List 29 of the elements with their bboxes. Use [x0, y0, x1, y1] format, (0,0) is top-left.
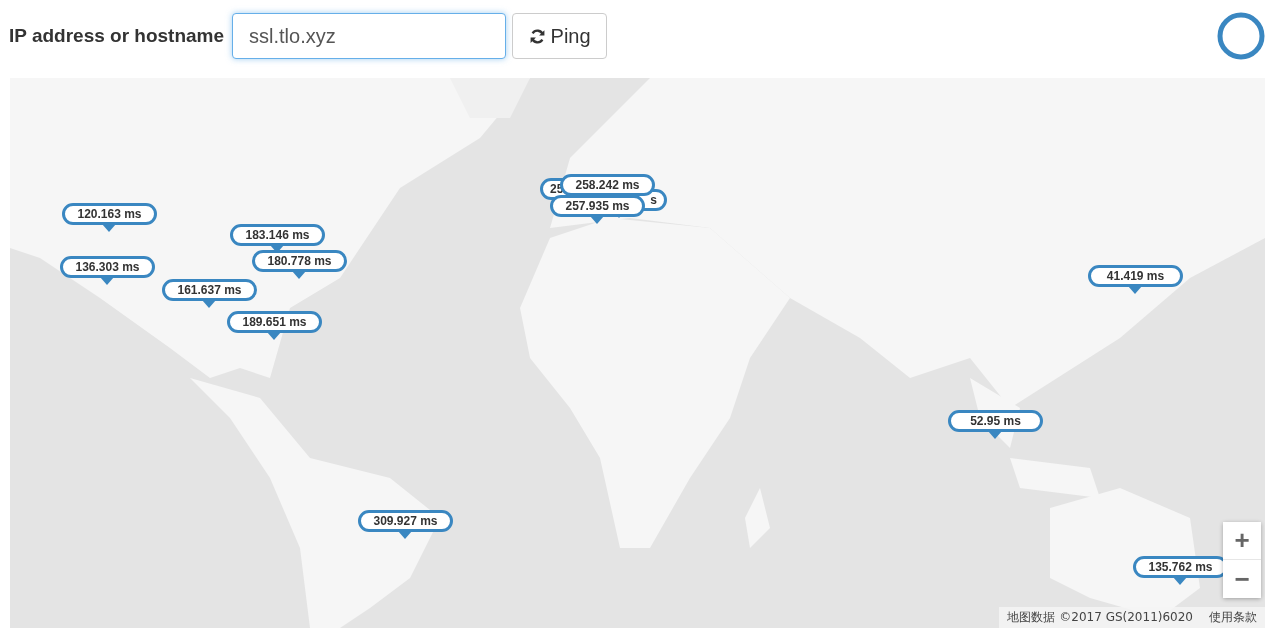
marker-pointer-icon: [590, 216, 604, 224]
host-label: IP address or hostname: [9, 25, 225, 47]
latency-marker: 189.651 ms: [227, 311, 322, 333]
marker-pointer-icon: [292, 271, 306, 279]
latency-marker: 309.927 ms: [358, 510, 453, 532]
latency-marker: 161.637 ms: [162, 279, 257, 301]
host-input[interactable]: ssl.tlo.xyz: [232, 13, 507, 59]
refresh-icon: [528, 27, 546, 45]
ping-button[interactable]: Ping: [512, 13, 608, 59]
terms-link[interactable]: 使用条款: [1209, 609, 1257, 626]
latency-marker: 183.146 ms: [230, 224, 325, 246]
latency-marker: 180.778 ms: [252, 250, 347, 272]
marker-pointer-icon: [1128, 286, 1142, 294]
latency-marker: 41.419 ms: [1088, 265, 1183, 287]
latency-marker: 120.163 ms: [62, 203, 157, 225]
marker-pointer-icon: [988, 431, 1002, 439]
loading-ring-icon: [1216, 11, 1266, 61]
latency-marker: 52.95 ms: [948, 410, 1043, 432]
map-attribution: 地图数据 ©2017 GS(2011)6020: [1007, 609, 1193, 626]
zoom-out-button[interactable]: −: [1223, 560, 1261, 598]
marker-pointer-icon: [398, 531, 412, 539]
marker-pointer-icon: [267, 332, 281, 340]
marker-pointer-icon: [102, 224, 116, 232]
marker-pointer-icon: [1173, 577, 1187, 585]
zoom-in-button[interactable]: +: [1223, 522, 1261, 560]
latency-marker: 257.935 ms: [550, 195, 645, 217]
marker-pointer-icon: [100, 277, 114, 285]
marker-pointer-icon: [202, 300, 216, 308]
latency-marker: 136.303 ms: [60, 256, 155, 278]
